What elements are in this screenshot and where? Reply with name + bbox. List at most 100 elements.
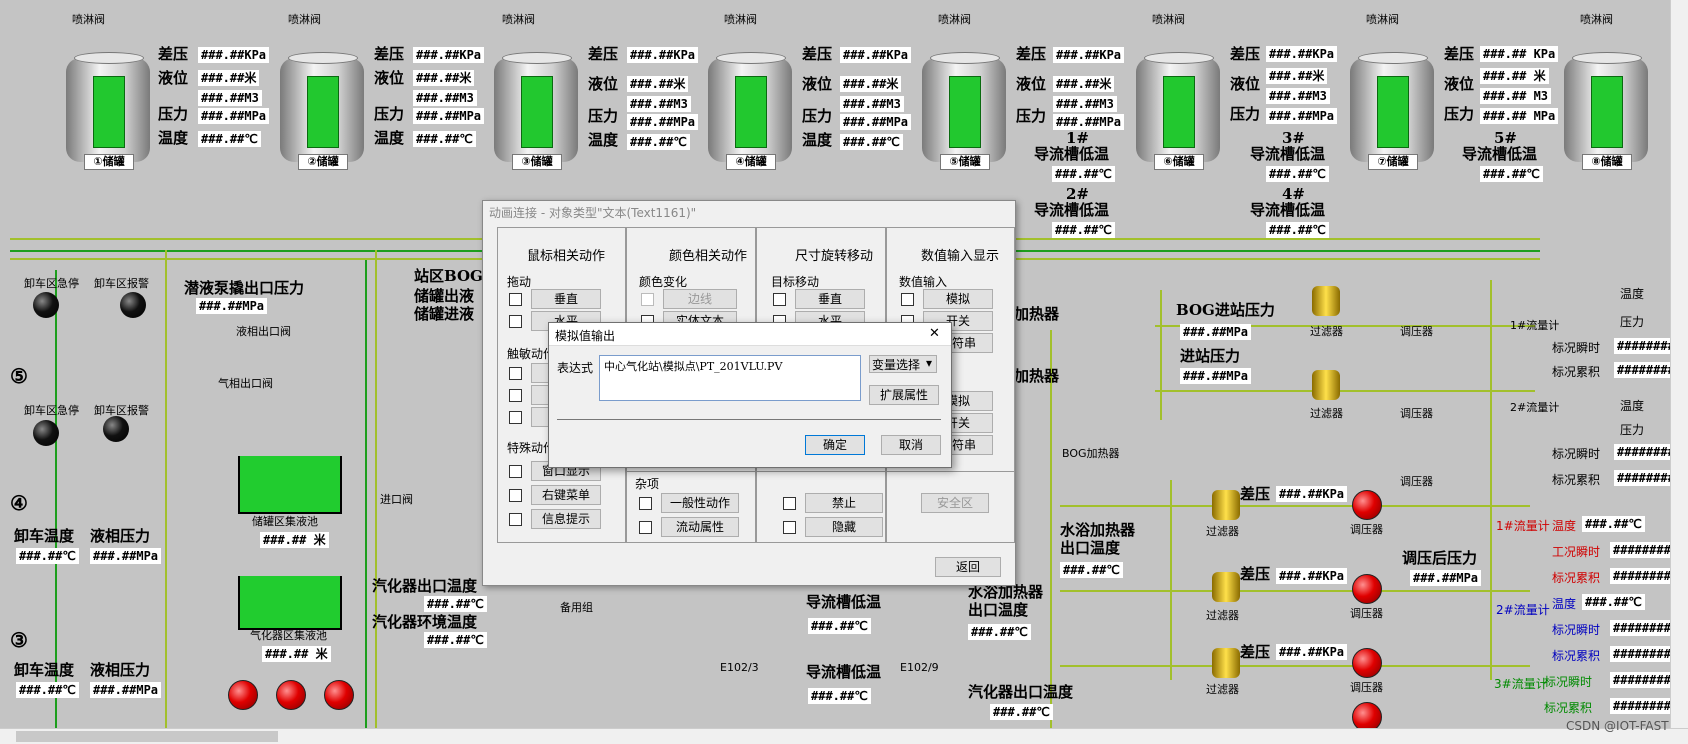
bog-inlet-pressure-label: BOG进站压力 bbox=[1176, 301, 1275, 319]
window-title: 动画连接 - 对象类型"文本(Text1161)" bbox=[489, 206, 697, 220]
storage-tank-3[interactable]: ③储罐 bbox=[494, 52, 578, 170]
station-bog-label: 站区BOG bbox=[414, 267, 483, 285]
spray-valve-label: 喷淋阀 bbox=[938, 13, 971, 26]
move-vertical-checkbox[interactable] bbox=[773, 293, 786, 306]
flow1-pres-label: 压力 bbox=[1620, 315, 1645, 329]
close-icon[interactable]: ✕ bbox=[929, 326, 940, 341]
edge-button[interactable]: 边线 bbox=[663, 289, 737, 309]
pump-outlet-value: ###.##MPa bbox=[196, 298, 268, 314]
flow2-std-inst-label: 标况瞬时 bbox=[1552, 447, 1601, 461]
storage-tank-2[interactable]: ②储罐 bbox=[280, 52, 364, 170]
input-analog-checkbox[interactable] bbox=[901, 293, 914, 306]
touch-checkbox[interactable] bbox=[509, 389, 522, 402]
edge-checkbox[interactable] bbox=[641, 293, 654, 306]
unload-temp-value: ###.##℃ bbox=[16, 548, 79, 564]
general-action-checkbox[interactable] bbox=[639, 497, 652, 510]
spray-valve-label: 喷淋阀 bbox=[1366, 13, 1399, 26]
pressure-value: ###.##MPa bbox=[1266, 108, 1338, 124]
truck-4-num: ④ bbox=[10, 491, 28, 515]
safe-zone-button[interactable]: 安全区 bbox=[921, 493, 989, 513]
gas-outlet-label: 气相出口阀 bbox=[218, 377, 273, 390]
storage-tank-8[interactable]: ⑧储罐 bbox=[1564, 52, 1648, 170]
pressure-value: ###.##MPa bbox=[198, 108, 270, 124]
regulator-label: 调压器 bbox=[1400, 475, 1433, 488]
right-menu-checkbox[interactable] bbox=[509, 489, 522, 502]
right-menu-button[interactable]: 右键菜单 bbox=[531, 485, 601, 505]
ok-button[interactable]: 确定 bbox=[805, 435, 865, 455]
e102-9-label: E102/9 bbox=[900, 661, 939, 674]
temp-value: ###.##℃ bbox=[840, 134, 903, 150]
spare-group-label: 备用组 bbox=[560, 601, 593, 614]
vertical-scrollbar[interactable] bbox=[1670, 0, 1688, 728]
water-heater-label: 水浴加热器 bbox=[968, 583, 1044, 601]
color-action-header: 颜色相关动作 bbox=[669, 249, 748, 264]
cancel-button[interactable]: 取消 bbox=[881, 435, 941, 455]
storage-tank-5[interactable]: ⑤储罐 bbox=[922, 52, 1006, 170]
duct-4-label: 导流槽低温 bbox=[1250, 201, 1326, 219]
level-value: ###.##米 bbox=[413, 70, 475, 86]
estop-button[interactable] bbox=[33, 420, 59, 446]
pressure-value: ###.##MPa bbox=[413, 108, 485, 124]
hide-button[interactable]: 隐藏 bbox=[805, 517, 883, 537]
filter-icon bbox=[1312, 370, 1340, 400]
storage-tank-6[interactable]: ⑥储罐 bbox=[1136, 52, 1220, 170]
dp-label: 差压 bbox=[374, 45, 405, 63]
unload-temp-label: 卸车温度 bbox=[14, 661, 75, 679]
regulator-label: 调压器 bbox=[1400, 325, 1433, 338]
back-button[interactable]: 返回 bbox=[935, 557, 1001, 577]
vap-outlet-temp-label: 汽化器出口温度 bbox=[372, 577, 478, 595]
vap-outlet-temp-value: ###.##℃ bbox=[424, 596, 487, 612]
flow-attr-button[interactable]: 流动属性 bbox=[661, 517, 739, 537]
liquid-pressure-label: 液相压力 bbox=[90, 661, 151, 679]
flow2-std-cum-label: 标况累积 bbox=[1552, 649, 1601, 663]
regulator-label: 调压器 bbox=[1350, 607, 1383, 620]
extended-properties-button[interactable]: 扩展属性 bbox=[869, 385, 939, 405]
level-label: 液位 bbox=[802, 75, 833, 93]
info-tip-button[interactable]: 信息提示 bbox=[531, 509, 601, 529]
dialog-title: 模拟值输出 bbox=[555, 329, 616, 343]
horizontal-scrollbar[interactable] bbox=[0, 728, 1688, 744]
touch-checkbox[interactable] bbox=[509, 367, 522, 380]
drag-vertical-button[interactable]: 垂直 bbox=[531, 289, 601, 309]
drag-vertical-checkbox[interactable] bbox=[509, 293, 522, 306]
level-value: ###.##米 bbox=[1266, 68, 1328, 84]
inlet-valve-label: 进口阀 bbox=[380, 493, 413, 506]
volume-value: ###.##M3 bbox=[840, 96, 904, 112]
storage-tank-4[interactable]: ④储罐 bbox=[708, 52, 792, 170]
dp-value: ###.##KPa bbox=[840, 47, 912, 63]
forbid-button[interactable]: 禁止 bbox=[805, 493, 883, 513]
forbid-checkbox[interactable] bbox=[783, 497, 796, 510]
temp-label: 温度 bbox=[158, 129, 189, 147]
move-vertical-button[interactable]: 垂直 bbox=[795, 289, 865, 309]
scroll-thumb[interactable] bbox=[16, 731, 278, 742]
window-show-checkbox[interactable] bbox=[509, 465, 522, 478]
general-action-button[interactable]: 一般性动作 bbox=[661, 493, 739, 513]
liquid-pressure-value: ###.##MPa bbox=[90, 682, 162, 698]
inlet-pressure-label: 进站压力 bbox=[1180, 347, 1241, 365]
input-analog-button[interactable]: 模拟 bbox=[923, 289, 993, 309]
flowmeter-2-label: 2#流量计 bbox=[1496, 603, 1550, 617]
expression-input[interactable]: 中心气化站\模拟点\PT_201VLU.PV bbox=[599, 355, 861, 401]
hide-checkbox[interactable] bbox=[783, 521, 796, 534]
drag-horizontal-checkbox[interactable] bbox=[509, 315, 522, 328]
tank-tag: ⑤储罐 bbox=[940, 154, 990, 170]
tank-tag: ④储罐 bbox=[726, 154, 776, 170]
estop-label: 卸车区急停 bbox=[24, 404, 79, 417]
spray-valve-label: 喷淋阀 bbox=[1580, 13, 1613, 26]
storage-tank-1[interactable]: ①储罐 bbox=[66, 52, 150, 170]
volume-value: ###.##M3 bbox=[1266, 88, 1330, 104]
target-move-label: 目标移动 bbox=[771, 275, 820, 289]
flow2-temp-label: 温度 bbox=[1552, 597, 1577, 611]
dp-label: 差压 bbox=[1016, 45, 1047, 63]
touch-checkbox[interactable] bbox=[509, 411, 522, 424]
storage-tank-7[interactable]: ⑦储罐 bbox=[1350, 52, 1434, 170]
volume-value: ###.##M3 bbox=[627, 96, 691, 112]
dp-value: ###.##KPa bbox=[1276, 644, 1348, 660]
info-tip-checkbox[interactable] bbox=[509, 513, 522, 526]
size-action-header: 尺寸旋转移动 bbox=[795, 249, 874, 264]
estop-button[interactable] bbox=[33, 292, 59, 318]
pressure-label: 压力 bbox=[1230, 105, 1261, 123]
flow-attr-checkbox[interactable] bbox=[639, 521, 652, 534]
duct-5-value: ###.##℃ bbox=[1480, 166, 1543, 182]
variable-select-dropdown[interactable]: 变量选择 ▾ bbox=[869, 355, 937, 373]
